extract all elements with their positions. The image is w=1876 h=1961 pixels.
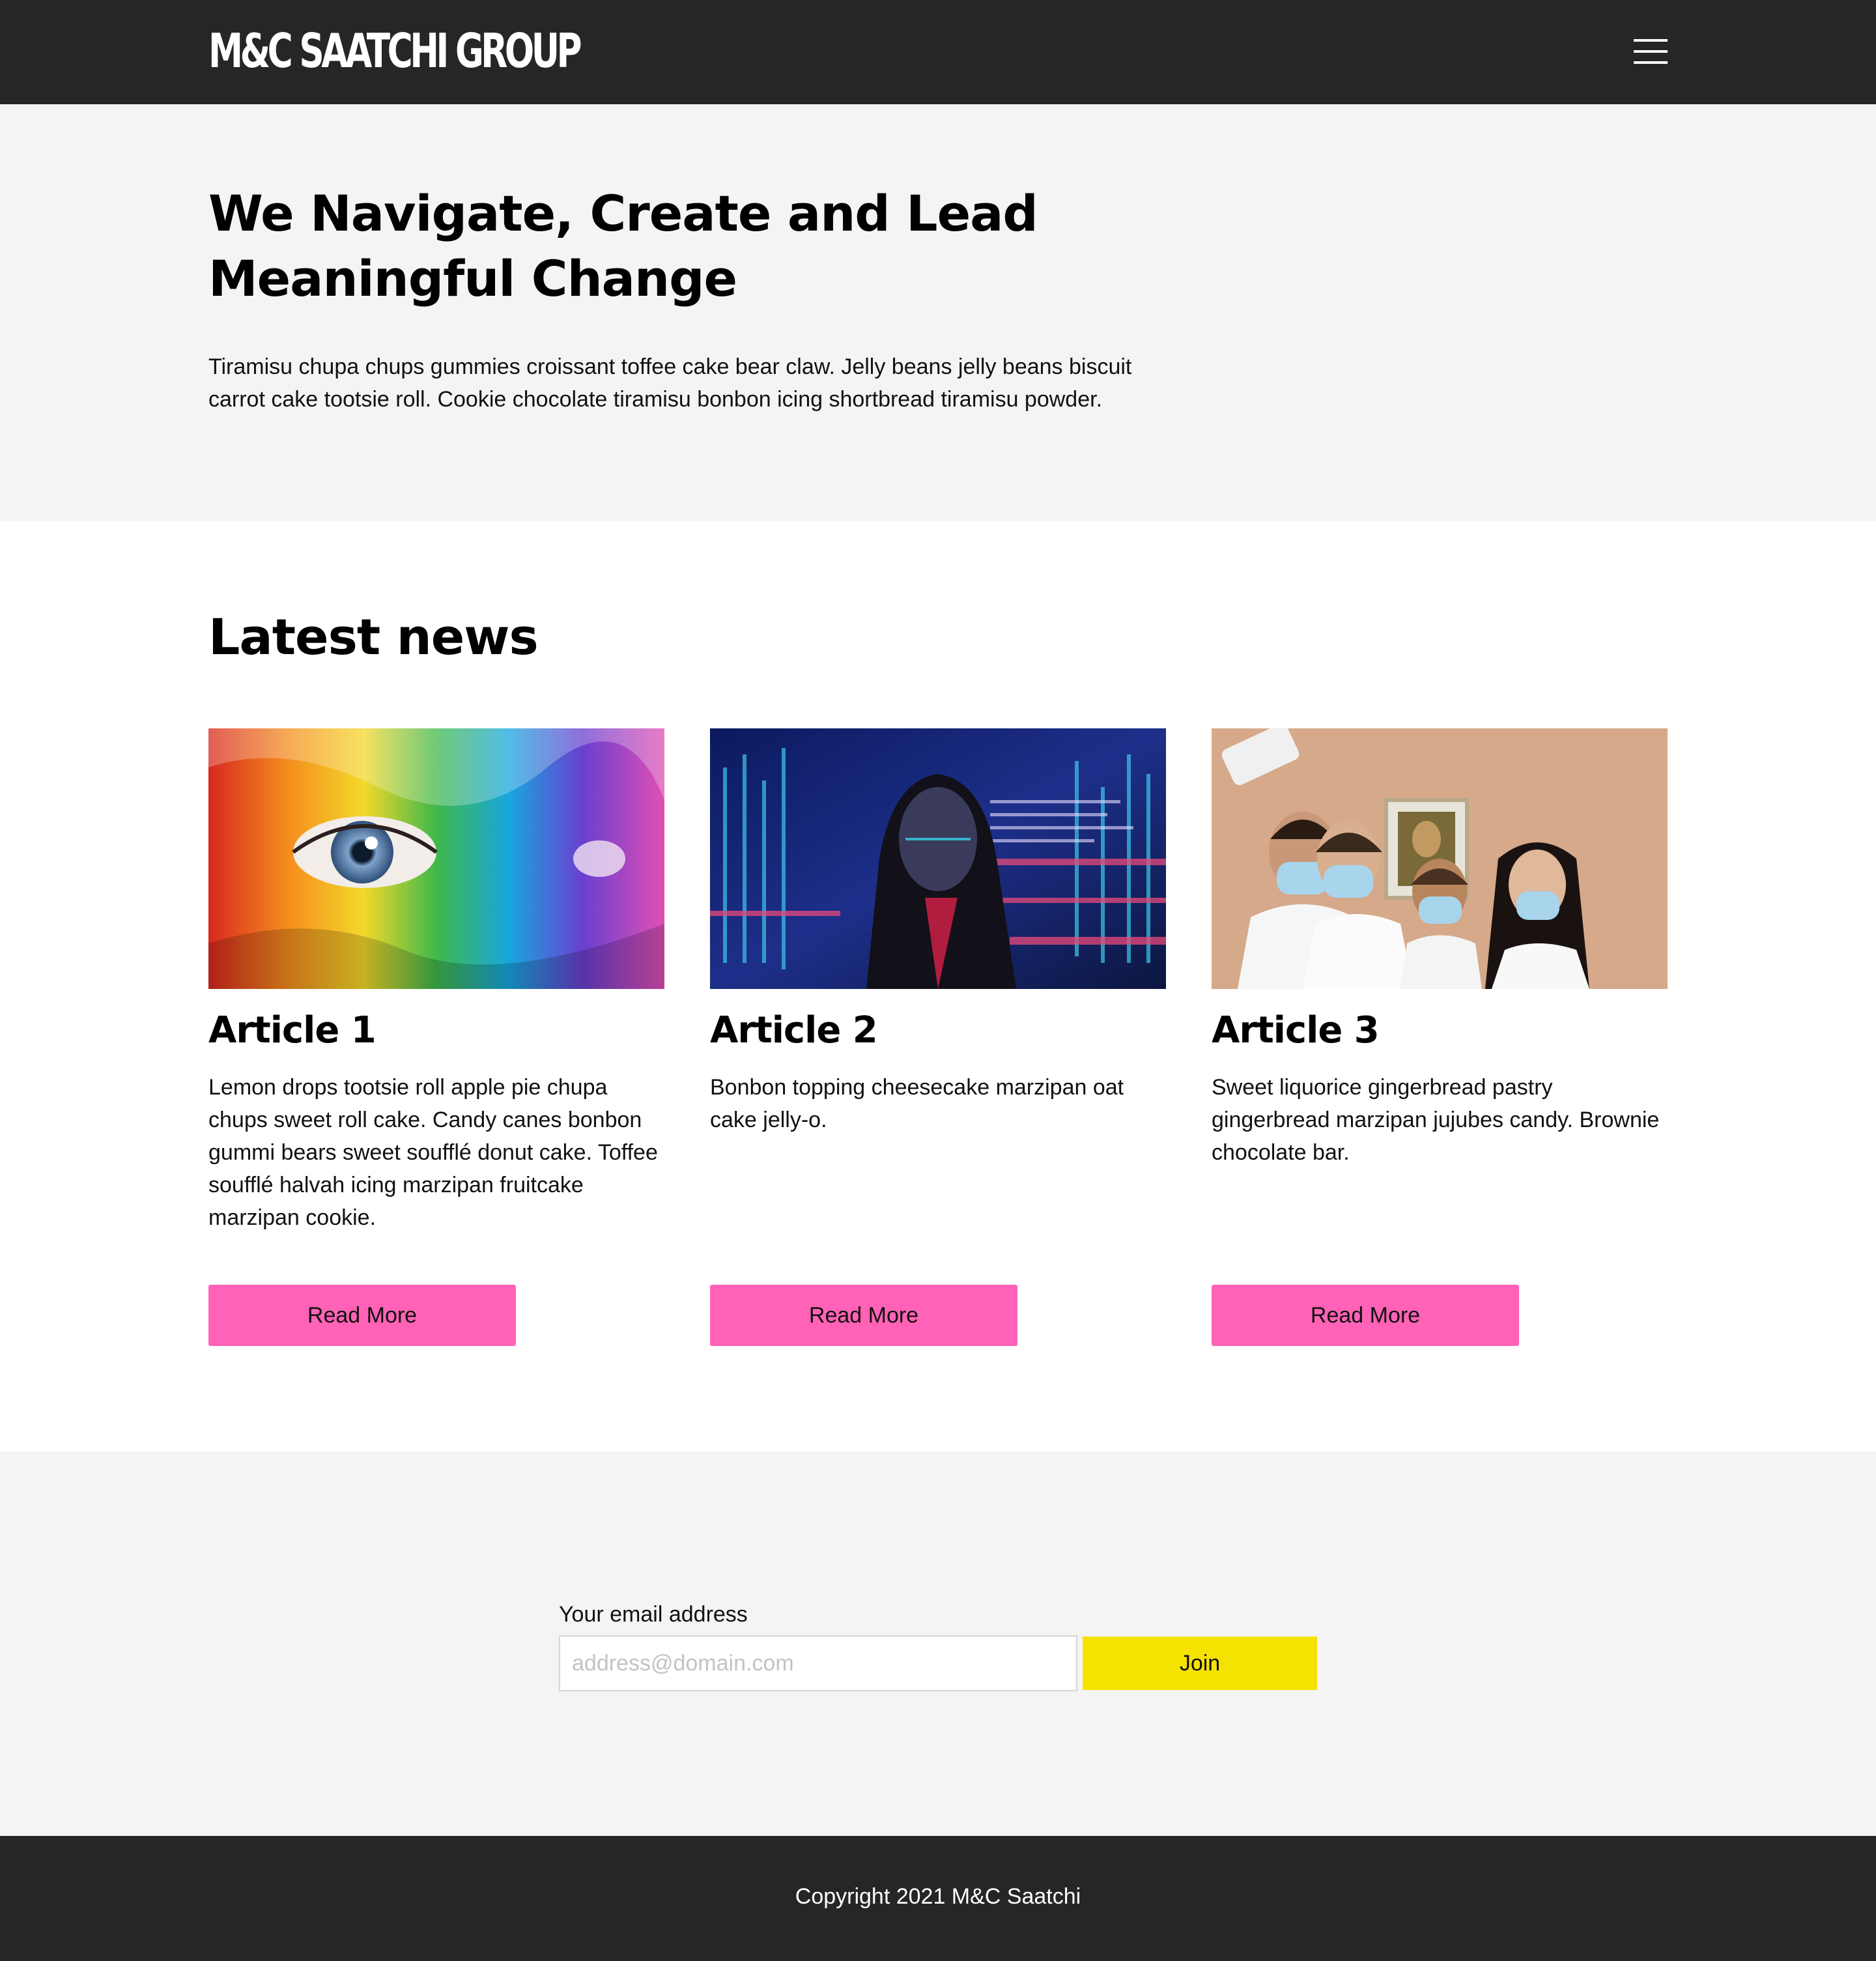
read-more-button[interactable]: Read More bbox=[1212, 1285, 1519, 1346]
hero-title: We Navigate, Create and Lead Meaningful … bbox=[208, 184, 1038, 308]
hero-text: Tiramisu chupa chups gummies croissant t… bbox=[208, 354, 1132, 412]
read-more-button[interactable]: Read More bbox=[710, 1285, 1017, 1346]
article-title: Article 1 bbox=[208, 1009, 377, 1052]
menu-line bbox=[1634, 50, 1668, 53]
email-label: Your email address bbox=[559, 1602, 748, 1627]
email-field[interactable] bbox=[559, 1635, 1077, 1691]
article-image bbox=[710, 728, 1166, 989]
site-header: M&C SAATCHI GROUP bbox=[0, 0, 1876, 104]
menu-line bbox=[1634, 61, 1668, 64]
article-text: Bonbon topping cheesecake marzipan oat c… bbox=[710, 1075, 1124, 1132]
article-text: Lemon drops tootsie roll apple pie chupa… bbox=[208, 1075, 658, 1230]
article-title: Article 2 bbox=[710, 1009, 878, 1052]
read-more-button[interactable]: Read More bbox=[208, 1285, 516, 1346]
hamburger-menu-icon[interactable] bbox=[1634, 39, 1668, 65]
article-image bbox=[1212, 728, 1668, 989]
copyright-text: Copyright 2021 M&C Saatchi bbox=[795, 1884, 1081, 1909]
newsletter-section: Your email address Join bbox=[0, 1452, 1876, 1836]
article-image bbox=[208, 728, 664, 989]
menu-line bbox=[1634, 39, 1668, 42]
site-logo[interactable]: M&C SAATCHI GROUP bbox=[208, 25, 582, 77]
hero-section: We Navigate, Create and Lead Meaningful … bbox=[0, 104, 1876, 521]
article-card: Article 2 Bonbon topping cheesecake marz… bbox=[710, 728, 1166, 1346]
join-button[interactable]: Join bbox=[1083, 1637, 1317, 1690]
article-title: Article 3 bbox=[1212, 1009, 1380, 1052]
news-title: Latest news bbox=[208, 608, 539, 666]
article-card: Article 3 Sweet liquorice gingerbread pa… bbox=[1212, 728, 1668, 1346]
article-card: Article 1 Lemon drops tootsie roll apple… bbox=[208, 728, 664, 1346]
article-text: Sweet liquorice gingerbread pastry ginge… bbox=[1212, 1075, 1660, 1165]
site-footer: Copyright 2021 M&C Saatchi bbox=[0, 1836, 1876, 1961]
